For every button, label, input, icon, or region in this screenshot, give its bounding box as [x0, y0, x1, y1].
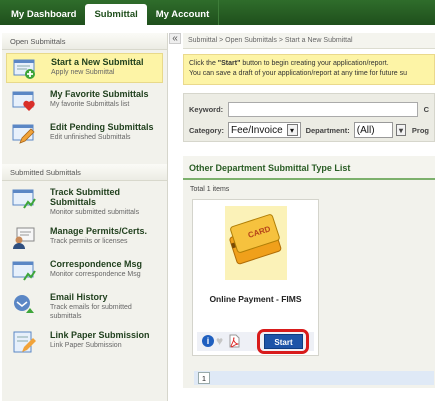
credit-card-icon: CARD: [229, 214, 282, 265]
sidebar-item-correspondence[interactable]: Correspondence Msg Monitor correspondenc…: [6, 256, 163, 286]
credit-card-image: CARD: [225, 206, 287, 280]
new-submittal-icon: [13, 59, 35, 79]
open-submittals-header: Open Submittals: [2, 33, 167, 50]
main-content: Submittal > Open Submittals > Start a Ne…: [183, 33, 435, 401]
program-label: Prog: [411, 125, 429, 135]
notice-line-2: You can save a draft of your application…: [189, 70, 408, 77]
sidebar-item-track-submitted[interactable]: Track Submitted Submittals Monitor submi…: [6, 184, 163, 220]
sidebar-item-link-paper[interactable]: Link Paper Submission Link Paper Submiss…: [6, 327, 163, 357]
keyword-label: Keyword:: [189, 104, 224, 114]
sidebar-item-title: Correspondence Msg: [50, 259, 143, 269]
sidebar-item-edit-pending[interactable]: Edit Pending Submittals Edit unfinished …: [6, 119, 163, 149]
page-number[interactable]: 1: [198, 372, 210, 384]
tab-my-dashboard[interactable]: My Dashboard: [2, 4, 85, 25]
submittal-type-list-title: Other Department Submittal Type List: [183, 156, 435, 180]
chevron-down-icon: ▾: [286, 124, 298, 136]
keyword-trailing-label: C: [423, 104, 429, 114]
sidebar-item-title: Manage Permits/Certs.: [50, 226, 148, 236]
sidebar-item-manage-permits[interactable]: Manage Permits/Certs. Track permits or l…: [6, 223, 163, 253]
sidebar-item-title: Link Paper Submission: [50, 330, 150, 340]
sidebar-item-title: Email History: [50, 292, 108, 302]
link-paper-icon: [13, 331, 36, 353]
submittal-type-list: Total 1 items CARD Online Payment - FIMS…: [183, 180, 435, 388]
instruction-notice: Click the "Start" button to begin creati…: [183, 54, 435, 85]
sidebar-item-title: Start a New Submittal: [51, 57, 144, 67]
tab-my-account[interactable]: My Account: [147, 4, 218, 25]
sidebar: Open Submittals Start a New Submittal Ap…: [2, 33, 168, 401]
favorite-heart-icon: [12, 91, 35, 111]
correspondence-icon: [12, 261, 36, 281]
top-nav: My Dashboard Submittal My Account: [0, 0, 435, 25]
sidebar-item-subtitle: Track permits or licenses: [50, 238, 128, 245]
department-label: Department:: [305, 125, 350, 135]
breadcrumb: Submittal > Open Submittals > Start a Ne…: [183, 33, 435, 49]
track-icon: [12, 189, 36, 209]
sidebar-item-title: Edit Pending Submittals: [50, 122, 154, 132]
pdf-icon[interactable]: [229, 334, 240, 348]
card-actions: i ♥ Start: [197, 329, 314, 354]
department-select[interactable]: (All): [353, 122, 394, 138]
keyword-input[interactable]: [228, 101, 418, 117]
collapse-sidebar-button[interactable]: «: [169, 33, 181, 44]
sidebar-item-subtitle: Edit unfinished Submittals: [50, 134, 131, 141]
pagination: 1: [194, 371, 434, 385]
sidebar-item-start-new-submittal[interactable]: Start a New Submittal Apply new Submitta…: [6, 53, 163, 83]
category-select[interactable]: Fee/Invoice ▾: [228, 122, 301, 138]
permit-user-icon: [13, 227, 35, 249]
sidebar-item-title: My Favorite Submittals: [50, 89, 149, 99]
sidebar-item-email-history[interactable]: Email History Track emails for submitted…: [6, 289, 163, 324]
tab-divider: [218, 0, 220, 25]
sidebar-item-subtitle: Track emails for submitted submittals: [50, 304, 132, 320]
submittal-type-card: CARD Online Payment - FIMS i ♥ Start: [192, 199, 319, 356]
sidebar-item-favorite-submittals[interactable]: My Favorite Submittals My favorite Submi…: [6, 86, 163, 116]
sidebar-item-subtitle: Monitor submitted submittals: [50, 209, 140, 216]
category-label: Category:: [189, 125, 225, 135]
submitted-submittals-header: Submitted Submittals: [2, 164, 167, 181]
start-button-highlight: [257, 329, 309, 354]
tab-submittal[interactable]: Submittal: [85, 4, 147, 25]
sidebar-item-subtitle: Link Paper Submission: [50, 342, 122, 349]
filter-panel: Keyword: C Category: Fee/Invoice ▾ Depar…: [183, 93, 435, 142]
info-icon[interactable]: i: [202, 335, 214, 347]
total-count: Total 1 items: [190, 186, 230, 193]
notice-line-1: Click the "Start" button to begin creati…: [189, 60, 389, 67]
email-icon: [14, 295, 34, 313]
sidebar-item-title: Track Submitted Submittals: [50, 187, 121, 207]
favorite-heart-icon[interactable]: ♥: [216, 334, 223, 348]
edit-pencil-icon: [12, 124, 35, 144]
sidebar-item-subtitle: Apply new Submittal: [51, 69, 115, 76]
sidebar-item-subtitle: Monitor correspondence Msg: [50, 271, 141, 278]
sidebar-item-subtitle: My favorite Submittals list: [50, 101, 130, 108]
card-title: Online Payment - FIMS: [209, 294, 302, 304]
chevron-down-icon[interactable]: ▾: [396, 124, 406, 136]
